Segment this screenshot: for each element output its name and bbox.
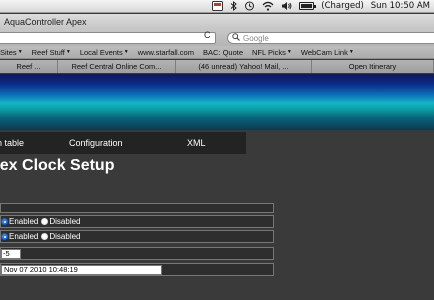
bookmark-label: Sites: [0, 47, 17, 57]
bookmark-label: NFL Picks: [252, 47, 286, 57]
chevron-down-icon: ▼: [286, 49, 292, 55]
enabled-label-2: Enabled: [9, 232, 39, 241]
tab-label: Reef Central Online Com...: [71, 62, 162, 71]
bookmark-label: Reef Stuff: [31, 47, 65, 57]
enabled-radio-1[interactable]: [1, 218, 8, 225]
disabled-radio-1[interactable]: [41, 218, 49, 225]
volume-icon[interactable]: [281, 1, 292, 12]
chevron-down-icon: ▼: [123, 49, 129, 55]
search-field[interactable]: [227, 32, 434, 44]
tab-reef[interactable]: Reef ...: [0, 60, 58, 73]
nav-link-xml[interactable]: XML: [187, 138, 206, 148]
chevron-down-icon: ▼: [348, 49, 354, 55]
bookmark-label: WebCam Link: [300, 47, 348, 57]
bookmark-webcam-link[interactable]: WebCam Link ▼: [301, 48, 354, 57]
disabled-radio-2[interactable]: [41, 233, 49, 240]
bookmark-label: www.starfall.com: [137, 47, 194, 57]
chevron-down-icon: ▼: [17, 49, 23, 55]
bookmark-sites[interactable]: Sites ▼: [0, 48, 23, 57]
reload-icon[interactable]: C: [204, 30, 211, 40]
form-row-datetime: Nov 07 2010 10:48:19: [0, 263, 274, 276]
bookmarks-bar: Sites ▼ Reef Stuff ▼ Local Events ▼ www.sta…: [0, 46, 434, 59]
disabled-label-2: Disabled: [49, 232, 81, 241]
nav-link-configuration[interactable]: Configuration: [69, 138, 123, 148]
bluetooth-icon[interactable]: [230, 1, 238, 12]
search-icon[interactable]: [232, 33, 241, 43]
chevron-down-icon: ▼: [65, 49, 71, 55]
bookmark-reef-stuff[interactable]: Reef Stuff ▼: [32, 48, 71, 57]
form-row-toggle-1: Enabled Disabled: [0, 215, 274, 228]
header-banner: [0, 74, 434, 130]
form-row-timezone: -5: [0, 247, 274, 260]
bookmark-local-events[interactable]: Local Events ▼: [80, 48, 129, 57]
app-status-icon[interactable]: [212, 1, 224, 12]
tab-yahoo-mail[interactable]: (46 unread) Yahoo! Mail, ...: [176, 60, 312, 73]
battery-icon[interactable]: [299, 1, 317, 12]
disabled-label-1: Disabled: [49, 217, 81, 226]
system-menu-bar: (Charged) Sun 10:50 AM: [0, 0, 434, 13]
site-nav: n table Configuration XML: [0, 132, 246, 154]
datetime-input[interactable]: Nov 07 2010 10:48:19: [1, 264, 162, 275]
page-title: pex Clock Setup: [0, 157, 115, 174]
enabled-radio-2[interactable]: [1, 233, 8, 240]
window-title-bar: AquaController Apex: [0, 14, 434, 29]
bookmark-nfl-picks[interactable]: NFL Picks ▼: [252, 48, 292, 57]
tab-label: (46 unread) Yahoo! Mail, ...: [198, 62, 289, 71]
bookmark-label: BAC: Quote: [202, 47, 244, 57]
window-title: AquaController Apex: [4, 16, 87, 27]
battery-status: (Charged): [321, 1, 364, 11]
tab-bar: Reef ... Reef Central Online Com... (46 …: [0, 60, 434, 73]
browser-toolbar: C: [0, 29, 434, 46]
address-bar[interactable]: [0, 32, 216, 44]
bookmark-label: Local Events: [79, 47, 123, 57]
time-machine-icon[interactable]: [244, 1, 255, 12]
timezone-input[interactable]: -5: [1, 248, 21, 259]
bookmark-starfall[interactable]: www.starfall.com: [138, 48, 194, 57]
form-header-row: [0, 203, 274, 213]
tab-label: Reef ...: [16, 62, 41, 71]
search-input[interactable]: [243, 33, 423, 43]
tab-open-itinerary[interactable]: Open Itinerary: [312, 60, 434, 73]
bookmark-bac-quote[interactable]: BAC: Quote: [203, 48, 243, 57]
tab-label: Open Itinerary: [348, 62, 397, 71]
nav-link-table[interactable]: n table: [0, 138, 24, 148]
enabled-label-1: Enabled: [9, 217, 39, 226]
tab-reef-central[interactable]: Reef Central Online Com...: [58, 60, 176, 73]
menubar-clock[interactable]: Sun 10:50 AM: [371, 1, 430, 11]
form-row-toggle-2: Enabled Disabled: [0, 230, 274, 243]
wifi-icon[interactable]: [262, 1, 274, 12]
